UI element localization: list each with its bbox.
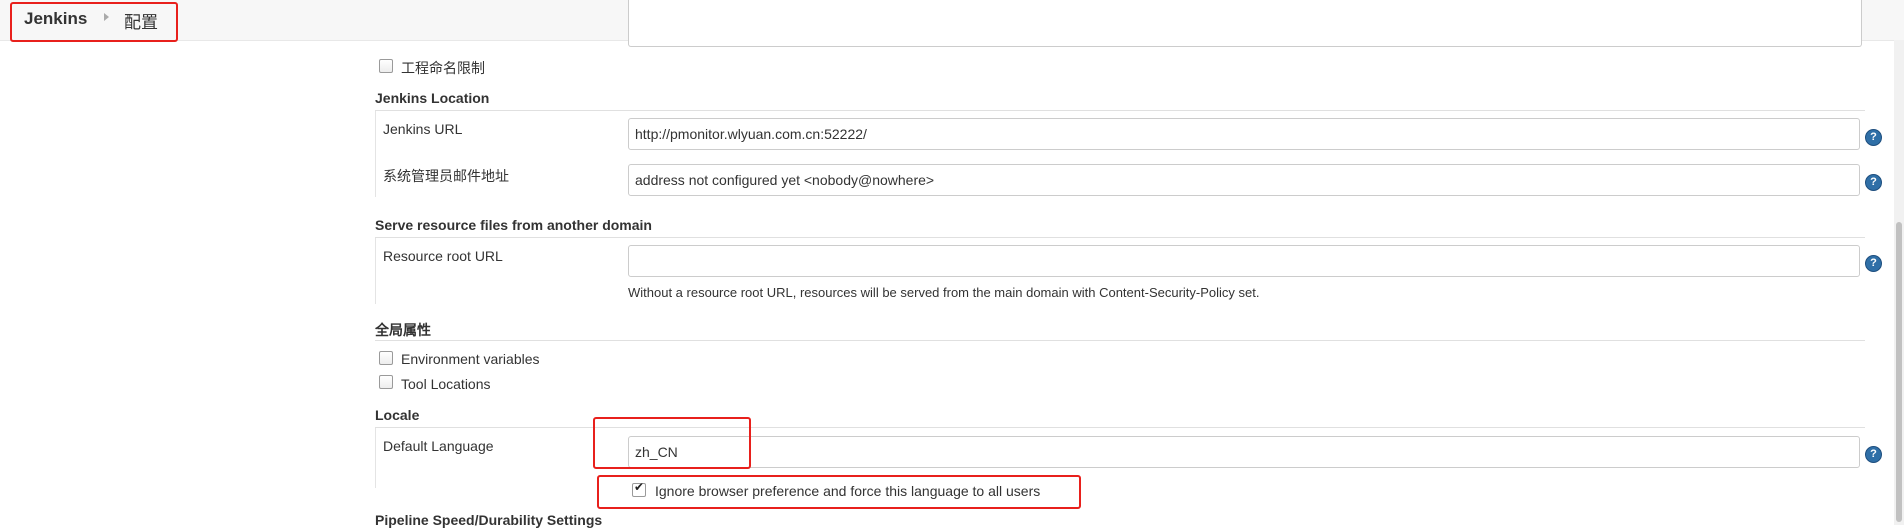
section-divider [375, 237, 1865, 238]
global-properties-heading: 全局属性 [375, 322, 431, 338]
pipeline-settings-heading: Pipeline Speed/Durability Settings [375, 512, 603, 528]
previous-field-input[interactable] [628, 0, 1862, 47]
help-icon[interactable]: ? [1865, 446, 1882, 463]
help-icon[interactable]: ? [1865, 129, 1882, 146]
default-language-input[interactable]: zh_CN [628, 436, 1860, 468]
resource-root-url-label: Resource root URL [383, 248, 503, 264]
section-indent-line [375, 428, 376, 488]
locale-heading: Locale [375, 407, 420, 423]
project-naming-label: 工程命名限制 [401, 60, 485, 76]
resource-root-url-hint: Without a resource root URL, resources w… [628, 285, 1260, 300]
highlight-ignore-box [597, 475, 1081, 509]
highlight-language-box [593, 417, 751, 469]
project-naming-checkbox[interactable] [379, 59, 393, 73]
jenkins-location-heading: Jenkins Location [375, 90, 490, 106]
resource-domain-heading: Serve resource files from another domain [375, 217, 652, 233]
admin-email-label: 系统管理员邮件地址 [383, 168, 509, 184]
environment-variables-checkbox[interactable] [379, 351, 393, 365]
jenkins-url-input[interactable]: http://pmonitor.wlyuan.com.cn:52222/ [628, 118, 1860, 150]
help-icon[interactable]: ? [1865, 255, 1882, 272]
admin-email-input[interactable]: address not configured yet <nobody@nowhe… [628, 164, 1860, 196]
default-language-label: Default Language [383, 438, 494, 454]
tool-locations-checkbox[interactable] [379, 375, 393, 389]
tool-locations-label: Tool Locations [401, 376, 491, 392]
environment-variables-label: Environment variables [401, 351, 540, 367]
highlight-breadcrumb-box [10, 2, 178, 42]
resource-root-url-input[interactable] [628, 245, 1860, 277]
section-divider [375, 110, 1865, 111]
scrollbar-thumb[interactable] [1896, 222, 1902, 522]
help-icon[interactable]: ? [1865, 174, 1882, 191]
section-indent-line [375, 238, 376, 304]
section-divider [375, 340, 1865, 341]
jenkins-url-label: Jenkins URL [383, 121, 463, 137]
section-indent-line [375, 111, 376, 197]
